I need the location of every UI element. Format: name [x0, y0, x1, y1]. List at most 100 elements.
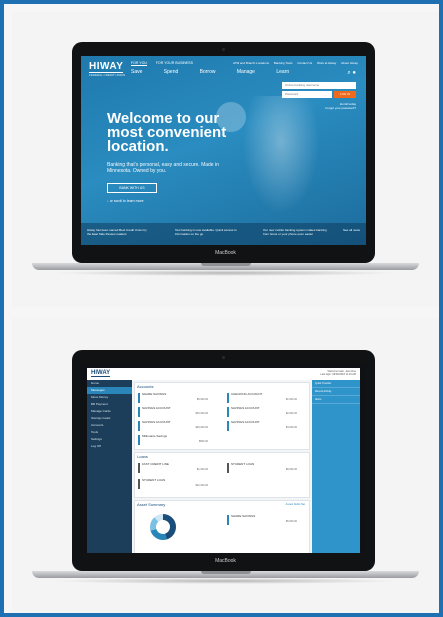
search-icon[interactable]: ⌕ [347, 70, 350, 76]
hero-subtitle: Banking that's personal, easy and secure… [107, 162, 219, 174]
app-showcase: HIWAY Welcome back, Jane Doe Last login:… [12, 318, 439, 613]
asset-name: SHARE SAVINGS [231, 514, 256, 518]
account-balance: $3,000.00 [285, 426, 297, 429]
sidebar-item-accounts[interactable]: Accounts [87, 422, 132, 429]
laptop-brand: MacBook [215, 250, 236, 256]
nav-item-manage[interactable]: Manage [237, 69, 255, 75]
app-header: HIWAY Welcome back, Jane Doe Last login:… [87, 368, 360, 380]
account-tile[interactable]: SHARE SAVINGS $5,000.00 [138, 392, 208, 403]
tab-for-your-business[interactable]: FOR YOUR BUSINESS [156, 61, 193, 65]
alerts-link[interactable]: Alerts [312, 396, 360, 404]
news-item[interactable]: Our new mobile banking system makes bank… [263, 228, 331, 236]
sidebar-item-move-money[interactable]: Move Money [87, 394, 132, 401]
news-item[interactable]: Text banking is now available. Quick acc… [175, 228, 239, 236]
accounts-title: Accounts [137, 384, 154, 389]
asset-summary-title: Asset Summary [137, 502, 166, 507]
news-item[interactable]: Hiway has been named Best Credit Union b… [87, 228, 151, 236]
laptop-lid: HIWAY FEDERAL CREDIT UNION FOR YOU FOR Y… [72, 42, 375, 263]
audience-tabs: FOR YOU FOR YOUR BUSINESS [131, 61, 201, 66]
loan-tile[interactable]: FAST CREDIT LINE $1,000.00 [138, 462, 208, 473]
link-contact[interactable]: Contact Us [297, 61, 312, 65]
hero-title: Welcome to our most convenient location. [107, 110, 227, 155]
laptop-notch [200, 571, 251, 574]
account-tile[interactable]: Millionaire Savings $500.00 [138, 434, 208, 445]
loan-tile[interactable]: STUDENT LOAN $12,000.00 [138, 478, 208, 489]
laptop-brand: MacBook [215, 558, 236, 564]
sidebar-item-savings-goals[interactable]: Savings Goals [87, 415, 132, 422]
loan-tile[interactable]: STUDENT LOAN $8,000.00 [227, 462, 297, 473]
laptop-shadow [52, 270, 399, 276]
website-screen: HIWAY FEDERAL CREDIT UNION FOR YOU FOR Y… [81, 56, 366, 245]
app-content: Accounts SHARE SAVINGS $5,000.00 CHECKING… [134, 380, 310, 553]
tab-net[interactable]: Net [301, 503, 305, 506]
account-tile[interactable]: CHECKING ACCOUNT $1,000.00 [227, 392, 297, 403]
app-logo[interactable]: HIWAY [91, 370, 111, 377]
account-tile[interactable]: SAVINGS ACCOUNT $20,000.00 [138, 420, 208, 431]
see-all-news-link[interactable]: See all news [343, 228, 363, 232]
bank-with-us-button[interactable]: BANK WITH US [107, 183, 157, 193]
camera-icon [222, 48, 225, 51]
account-name: SAVINGS ACCOUNT [142, 406, 171, 410]
account-tile[interactable]: SAVINGS ACCOUNT $3,000.00 [227, 420, 297, 431]
sidebar-item-messages[interactable]: Messages [87, 387, 132, 394]
asset-summary-card: Asset Summary Assets Debts Net SHARE SAV… [134, 500, 310, 553]
link-banking-tools[interactable]: Banking Tools [274, 61, 293, 65]
laptop-shadow [52, 578, 399, 584]
link-about[interactable]: About Hiway [341, 61, 358, 65]
loan-name: FAST CREDIT LINE [142, 462, 169, 466]
site-logo-subtitle: FEDERAL CREDIT UNION [89, 73, 126, 77]
password-field[interactable]: Password [282, 91, 332, 98]
loan-balance: $8,000.00 [285, 468, 297, 471]
nav-item-save[interactable]: Save [131, 69, 142, 75]
tab-for-you[interactable]: FOR YOU [131, 61, 147, 66]
user-info: Welcome back, Jane Doe Last login: 09/06… [320, 370, 356, 376]
loan-name: STUDENT LOAN [231, 462, 255, 466]
nav-item-spend[interactable]: Spend [164, 69, 178, 75]
quick-transfer-link[interactable]: Quick Transfer [312, 380, 360, 388]
account-tile[interactable]: SAVINGS ACCOUNT $2,000.00 [227, 406, 297, 417]
utility-links: ATM and Branch Locations Banking Tools C… [229, 61, 358, 65]
asset-donut-chart [150, 514, 176, 540]
loan-balance: $12,000.00 [195, 484, 208, 487]
sidebar-item-settings[interactable]: Settings [87, 436, 132, 443]
banking-app-screen: HIWAY Welcome back, Jane Doe Last login:… [81, 364, 366, 553]
username-field[interactable]: Online banking username [282, 82, 356, 89]
account-balance: $2,000.00 [285, 412, 297, 415]
link-careers[interactable]: Work at Hiway [317, 61, 336, 65]
asset-detail[interactable]: SHARE SAVINGS $5,000.00 [227, 514, 297, 525]
tab-debts[interactable]: Debts [294, 503, 301, 506]
sidebar-item-home[interactable]: Home [87, 380, 132, 387]
header-icons: ⌕ ● [347, 70, 356, 77]
sidebar-item-log-off[interactable]: Log Off [87, 443, 132, 450]
website-showcase: HIWAY FEDERAL CREDIT UNION FOR YOU FOR Y… [12, 12, 439, 307]
site-logo[interactable]: HIWAY [89, 62, 124, 73]
loan-balance: $1,000.00 [196, 468, 208, 471]
account-name: CHECKING ACCOUNT [231, 392, 263, 396]
login-form: Online banking username Password LOG IN … [282, 82, 356, 110]
forgot-password-link[interactable]: Forgot your password? [282, 106, 356, 110]
sidebar-item-manage-cards[interactable]: Manage Cards [87, 408, 132, 415]
account-tile[interactable]: SAVINGS ACCOUNT $15,000.00 [138, 406, 208, 417]
asset-balance: $5,000.00 [285, 520, 297, 523]
account-balance: $1,000.00 [285, 398, 297, 401]
sidebar-item-tools[interactable]: Tools [87, 429, 132, 436]
laptop-screen: HIWAY FEDERAL CREDIT UNION FOR YOU FOR Y… [81, 56, 366, 245]
link-locations[interactable]: ATM and Branch Locations [233, 61, 269, 65]
nav-item-learn[interactable]: Learn [276, 69, 289, 75]
account-name: SAVINGS ACCOUNT [231, 420, 260, 424]
login-button[interactable]: LOG IN [334, 91, 356, 98]
recent-activity-link[interactable]: Recent Activity [312, 388, 360, 396]
loans-title: Loans [137, 454, 148, 459]
scroll-hint[interactable]: ↓ or scroll to learn more [107, 199, 144, 203]
laptop-base [32, 571, 419, 578]
last-login: Last login: 09/06/2018 11:23 AM [320, 373, 356, 376]
news-strip: Hiway has been named Best Credit Union b… [81, 223, 366, 245]
account-balance: $15,000.00 [195, 412, 208, 415]
app-sidebar: Home Messages Move Money Bill Payment Ma… [87, 380, 132, 553]
page-frame: HIWAY FEDERAL CREDIT UNION FOR YOU FOR Y… [0, 0, 443, 617]
tab-assets[interactable]: Assets [286, 503, 294, 506]
nav-item-borrow[interactable]: Borrow [200, 69, 216, 75]
chat-icon[interactable]: ● [352, 70, 356, 76]
account-name: SHARE SAVINGS [142, 392, 167, 396]
sidebar-item-bill-payment[interactable]: Bill Payment [87, 401, 132, 408]
